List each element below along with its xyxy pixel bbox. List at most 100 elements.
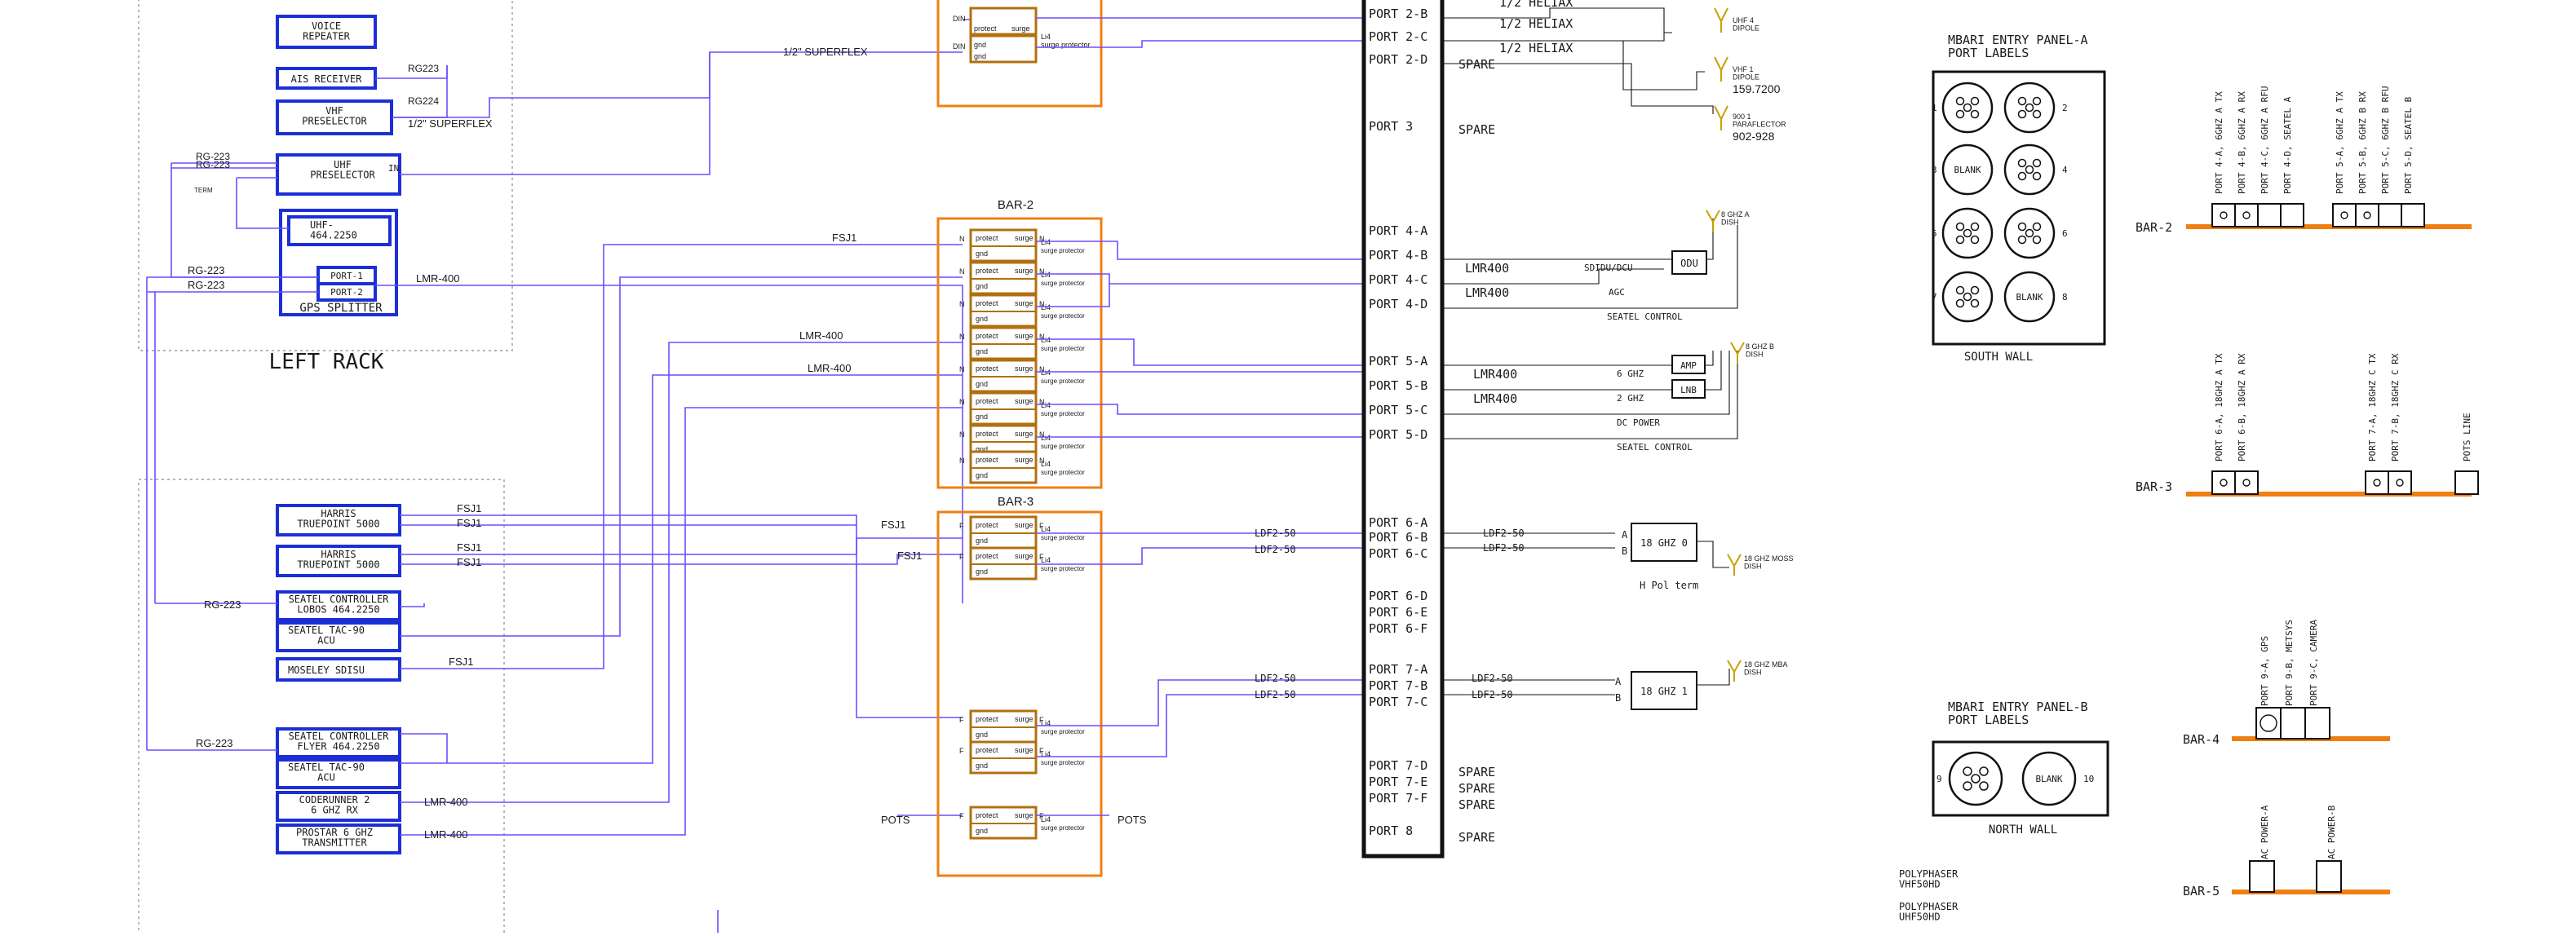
- svg-text:LMR-400: LMR-400: [424, 828, 467, 841]
- svg-text:9: 9: [1936, 774, 1942, 784]
- port-label: PORT 6-D: [1369, 589, 1427, 603]
- svg-text:18 GHZ 1: 18 GHZ 1: [1640, 686, 1688, 697]
- svg-text:F: F: [959, 716, 964, 724]
- port-tag-label: AC POWER-A: [2260, 805, 2270, 859]
- connector-slot: [2249, 860, 2275, 893]
- svg-text:surge: surge: [1015, 364, 1033, 373]
- svg-text:protect: protect: [976, 364, 998, 373]
- svg-text:FSJ1: FSJ1: [457, 517, 481, 529]
- svg-text:MBARI ENTRY PANEL-BPORT LABELS: MBARI ENTRY PANEL-B PORT LABELS: [1948, 700, 2088, 727]
- svg-text:LMR400: LMR400: [1473, 391, 1517, 406]
- port-label: PORT 8: [1369, 823, 1413, 838]
- svg-text:MOSELEY SDISU: MOSELEY SDISU: [288, 664, 365, 676]
- bar-4-right: BAR-4 PORT 9-A, GPS PORT 9-B, METSYS PORT …: [2183, 620, 2390, 747]
- svg-text:VHF 1DIPOLE: VHF 1 DIPOLE: [1733, 65, 1759, 81]
- surge-protector: protect surgegndLi4surge protectorN N: [959, 294, 1085, 328]
- connector-slot: [2378, 203, 2402, 227]
- svg-text:FSJ1: FSJ1: [449, 656, 473, 668]
- svg-text:surge protector: surge protector: [1041, 534, 1085, 541]
- svg-text:SEATEL CONTROL: SEATEL CONTROL: [1617, 442, 1693, 453]
- svg-text:DC POWER: DC POWER: [1617, 417, 1660, 428]
- port-tag-label: PORT 7-A, 18GHZ C TX: [2367, 353, 2378, 461]
- svg-text:gnd: gnd: [976, 567, 988, 576]
- port-tag-label: PORT 5-C, 6GHZ B RFU: [2380, 86, 2391, 194]
- port-label: PORT 5-C: [1369, 403, 1427, 417]
- svg-text:F: F: [1039, 747, 1044, 755]
- entry-panel-a: MBARI ENTRY PANEL-A PORT LABELS 1 2 BLANK 3 4…: [1932, 33, 2106, 364]
- svg-text:surge: surge: [1015, 521, 1033, 529]
- port-label: PORT 6-B: [1369, 530, 1427, 545]
- surge-protector: protect surgegndLi4surge protectorN N: [959, 359, 1085, 393]
- radio-18ghz-1: 18 GHZ 1 A B: [1615, 671, 1697, 710]
- svg-text:Li4: Li4: [1041, 33, 1051, 41]
- svg-text:F: F: [959, 553, 964, 561]
- svg-text:5: 5: [1932, 228, 1937, 239]
- svg-text:SPARE: SPARE: [1458, 830, 1495, 845]
- svg-text:surge protector: surge protector: [1041, 377, 1085, 385]
- svg-text:surge protector: surge protector: [1041, 728, 1085, 735]
- svg-text:surge: surge: [1015, 811, 1033, 819]
- svg-text:protect: protect: [976, 552, 998, 560]
- connector-slot: [2280, 707, 2306, 740]
- svg-text:2: 2: [2062, 103, 2068, 113]
- port-label: PORT 5-B: [1369, 378, 1427, 393]
- svg-text:N: N: [959, 267, 965, 276]
- connector-slot: [2316, 860, 2342, 893]
- svg-text:N: N: [959, 430, 965, 439]
- svg-text:gnd: gnd: [976, 762, 988, 770]
- svg-text:FSJ1: FSJ1: [832, 232, 856, 244]
- svg-text:RG-223: RG-223: [188, 279, 225, 291]
- svg-text:gnd: gnd: [976, 827, 988, 835]
- polyphaser-notes: POLYPHASER VHF50HD POLYPHASER UHF50HD: [1899, 868, 1959, 923]
- svg-text:LMR-400: LMR-400: [799, 329, 843, 342]
- svg-text:POTS: POTS: [1118, 814, 1147, 826]
- svg-text:GPS SPLITTER: GPS SPLITTER: [299, 302, 383, 315]
- svg-text:gnd: gnd: [976, 282, 988, 290]
- svg-text:gnd: gnd: [976, 731, 988, 739]
- radio-18ghz-0: 18 GHZ 0 A B H Pol term: [1622, 523, 1698, 591]
- svg-text:surge protector: surge protector: [1041, 565, 1085, 572]
- svg-text:UHF 4DIPOLE: UHF 4 DIPOLE: [1733, 16, 1759, 32]
- port-label: PORT 7-F: [1369, 791, 1427, 806]
- bar-3-protectors: BAR-3 protect surgegndLi4surge protectorF…: [936, 495, 1103, 877]
- svg-text:surge protector: surge protector: [1041, 345, 1085, 352]
- svg-text:RG224: RG224: [408, 95, 439, 107]
- svg-text:8 GHZ ADISH: 8 GHZ A DISH: [1721, 210, 1750, 226]
- antenna-18ghz-moss: 18 GHZ MOSS DISH: [1727, 554, 1794, 576]
- svg-text:BLANK: BLANK: [2016, 292, 2043, 302]
- svg-text:POTS: POTS: [881, 814, 910, 826]
- port-tag-label: PORT 9-B, METSYS: [2284, 620, 2295, 706]
- svg-text:protect: protect: [976, 430, 998, 438]
- port-tag-label: POTS LINE: [2462, 413, 2472, 461]
- svg-text:gnd: gnd: [976, 315, 988, 323]
- connector-slot: [2401, 203, 2425, 227]
- svg-text:BAR-2: BAR-2: [2136, 220, 2172, 235]
- left-rack-label: LEFT RACK: [269, 350, 384, 374]
- svg-text:protect: protect: [976, 234, 998, 242]
- bar-to-port-wiring: [1036, 17, 1370, 816]
- port-tag-label: PORT 6-B, 18GHZ A RX: [2237, 353, 2247, 461]
- svg-text:LMR400: LMR400: [1465, 285, 1509, 300]
- svg-text:AIS RECEIVER: AIS RECEIVER: [291, 73, 362, 85]
- port-tag-label: PORT 4-A, 6GHZ A TX: [2214, 91, 2224, 194]
- antenna-vhf1: VHF 1 DIPOLE 159.7200: [1714, 56, 1781, 95]
- svg-text:LDF2-50: LDF2-50: [1255, 528, 1296, 539]
- svg-text:1/2" SUPERFLEX: 1/2" SUPERFLEX: [408, 117, 493, 130]
- svg-text:POLYPHASERVHF50HD: POLYPHASER VHF50HD: [1899, 868, 1959, 890]
- port-label: PORT 7-E: [1369, 775, 1427, 789]
- svg-text:SOUTH WALL: SOUTH WALL: [1964, 351, 2033, 364]
- svg-text:LDF2-50: LDF2-50: [1255, 689, 1296, 700]
- svg-text:surge: surge: [1015, 430, 1033, 438]
- svg-text:surge protector: surge protector: [1041, 280, 1085, 287]
- surge-protector: protect surgegndLi4surge protectorN N: [959, 261, 1085, 295]
- svg-text:RG-223: RG-223: [188, 264, 225, 276]
- svg-text:protect: protect: [976, 397, 998, 405]
- svg-text:LMR-400: LMR-400: [424, 796, 467, 808]
- svg-text:10: 10: [2083, 774, 2094, 784]
- port-label: PORT 5-D: [1369, 427, 1427, 442]
- surge-protector: protect surgegndLi4surge protectorF F: [959, 740, 1085, 775]
- port-label: PORT 5-A: [1369, 354, 1427, 369]
- svg-text:B: B: [1622, 545, 1627, 557]
- port-label: PORT 7-B: [1369, 678, 1427, 693]
- svg-text:LDF2-50: LDF2-50: [1483, 528, 1525, 539]
